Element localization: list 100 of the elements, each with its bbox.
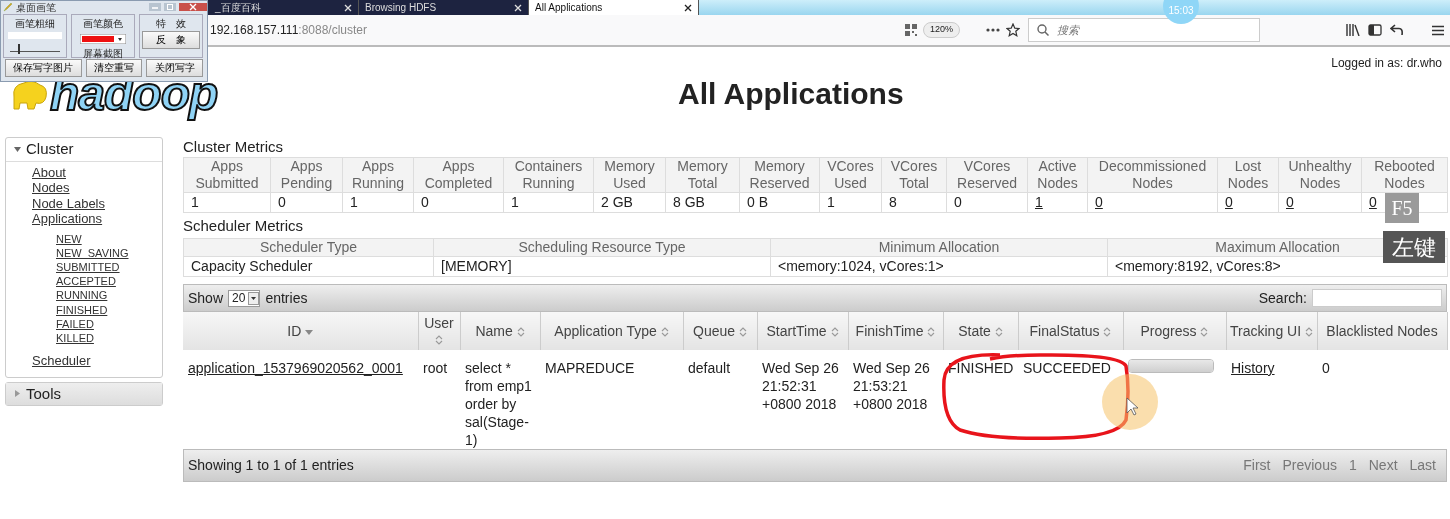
library-icon[interactable]	[1346, 24, 1360, 36]
column-header[interactable]: StartTime	[757, 312, 848, 350]
browser-tab[interactable]: All Applications	[529, 0, 699, 15]
search-box[interactable]: 搜索	[1028, 18, 1260, 42]
login-status: Logged in as: dr.who	[1331, 55, 1442, 69]
sidebar-icon[interactable]	[1368, 24, 1382, 36]
state-link[interactable]: KILLED	[56, 331, 94, 344]
table-cell: 1	[183, 192, 271, 213]
cursor-highlight	[1102, 374, 1158, 430]
sort-icon[interactable]	[738, 327, 747, 338]
pen-tool-button[interactable]: 保存写字图片	[5, 59, 82, 77]
table-cell: 2 GB	[593, 192, 666, 213]
address-text[interactable]: 192.168.157.111:8088/cluster	[210, 21, 368, 39]
thickness-preview	[8, 32, 62, 39]
sort-icon[interactable]	[1200, 327, 1209, 338]
color-dropdown[interactable]	[80, 34, 126, 45]
application-link[interactable]: application_1537969020562_0001	[188, 360, 403, 376]
caret-right-icon	[14, 390, 21, 398]
state-link[interactable]: NEW_SAVING	[56, 246, 129, 259]
sort-icon[interactable]	[1304, 327, 1313, 338]
section-title: Scheduler Metrics	[183, 217, 305, 234]
history-link[interactable]: History	[1231, 360, 1275, 376]
column-header: Apps Pending	[270, 157, 343, 193]
sort-icon[interactable]	[435, 335, 443, 346]
cell-text: root	[423, 360, 448, 376]
keystroke-badge: F5	[1385, 193, 1419, 223]
sort-icon[interactable]	[830, 327, 839, 338]
column-header[interactable]: Blacklisted Nodes	[1317, 312, 1447, 350]
metric-link[interactable]: 0	[1286, 194, 1294, 210]
sidebar-link[interactable]: Scheduler	[32, 353, 91, 369]
cell-text: FINISHED	[948, 360, 1014, 376]
table-cell: 0	[413, 192, 504, 213]
search-label: Search:	[1258, 288, 1307, 308]
invert-button[interactable]: 反 象	[142, 31, 200, 49]
sort-icon[interactable]	[516, 327, 525, 338]
cell-text: select * from emp1 order by sal(Stage-1)	[465, 360, 532, 448]
sort-icon[interactable]	[1103, 327, 1112, 338]
sidebar-link[interactable]: Nodes	[32, 180, 70, 195]
qr-code-icon[interactable]	[904, 24, 917, 36]
sidebar-link[interactable]: Node Labels	[32, 195, 105, 211]
column-header[interactable]: Progress	[1123, 312, 1226, 350]
star-icon[interactable]	[1006, 23, 1020, 37]
column-header[interactable]: ID	[183, 312, 418, 350]
close-icon[interactable]	[684, 3, 692, 12]
table-cell: 8	[881, 192, 947, 213]
column-header: Rebooted Nodes	[1361, 157, 1448, 193]
state-link[interactable]: ACCEPTED	[56, 275, 116, 288]
column-header[interactable]: Queue	[683, 312, 757, 350]
table-cell: 0	[946, 192, 1028, 213]
section-title: Cluster Metrics	[183, 138, 284, 155]
state-link[interactable]: RUNNING	[56, 289, 108, 302]
pen-tool-button[interactable]: 清空重写	[85, 59, 143, 77]
column-header[interactable]: FinishTime	[848, 312, 943, 350]
sort-icon[interactable]	[927, 327, 936, 338]
sidebar-link[interactable]: Applications	[32, 211, 103, 226]
column-header[interactable]: Name	[460, 312, 540, 350]
column-header: Apps Completed	[413, 157, 504, 193]
page-size-select[interactable]: 20	[228, 289, 261, 307]
window-title: 桌面画笔	[16, 0, 56, 15]
zoom-level[interactable]: 120%	[922, 22, 960, 38]
column-header[interactable]: State	[943, 312, 1018, 350]
metric-link[interactable]: 0	[1369, 194, 1377, 210]
column-header: Unhealthy Nodes	[1278, 157, 1362, 193]
sort-icon[interactable]	[994, 327, 1003, 338]
sidebar-section[interactable]: Cluster	[6, 138, 162, 162]
column-header[interactable]: Application Type	[540, 312, 683, 350]
sidebar-link[interactable]: About	[32, 164, 66, 180]
state-link[interactable]: NEW	[56, 232, 82, 245]
slider-thumb[interactable]	[17, 44, 20, 54]
undo-arrow-icon[interactable]	[1390, 24, 1404, 36]
entries-info: Showing 1 to 1 of 1 entries	[188, 456, 354, 475]
cell-text: SUCCEEDED	[1023, 360, 1111, 376]
metric-link[interactable]: 1	[1035, 194, 1043, 210]
search-field[interactable]	[1312, 289, 1442, 307]
menu-icon[interactable]	[1432, 24, 1444, 36]
sort-descending-icon[interactable]	[305, 329, 314, 335]
mouse-click-badge: 左键	[1383, 231, 1445, 263]
table-cell: 1	[342, 192, 414, 213]
column-header: Decommissioned Nodes	[1087, 157, 1218, 193]
state-link[interactable]: FINISHED	[56, 303, 108, 316]
state-link[interactable]: FAILED	[56, 317, 94, 330]
group-label: 画笔粗细	[14, 17, 56, 31]
metric-link[interactable]: 0	[1225, 194, 1233, 210]
pen-tool-button[interactable]: 关闭写字	[146, 59, 203, 77]
state-link[interactable]: SUBMITTED	[56, 260, 120, 273]
sidebar-section[interactable]: Tools	[6, 382, 162, 406]
column-header[interactable]: FinalStatus	[1018, 312, 1123, 350]
sort-icon[interactable]	[660, 327, 669, 338]
more-icon[interactable]	[986, 28, 1000, 32]
column-header: Apps Submitted	[183, 157, 271, 193]
metric-link[interactable]: 0	[1095, 194, 1103, 210]
screenshot-label[interactable]: 屏幕截图	[74, 46, 132, 61]
table-cell: 1	[819, 192, 882, 213]
column-header[interactable]: User	[418, 312, 460, 350]
group-label: 画笔颜色	[82, 17, 124, 31]
entries-label: entries	[265, 288, 308, 308]
column-header[interactable]: Tracking UI	[1226, 312, 1317, 350]
cell-text: MAPREDUCE	[545, 360, 635, 376]
thickness-slider[interactable]	[10, 42, 60, 52]
table-cell: Capacity Scheduler	[183, 256, 434, 277]
